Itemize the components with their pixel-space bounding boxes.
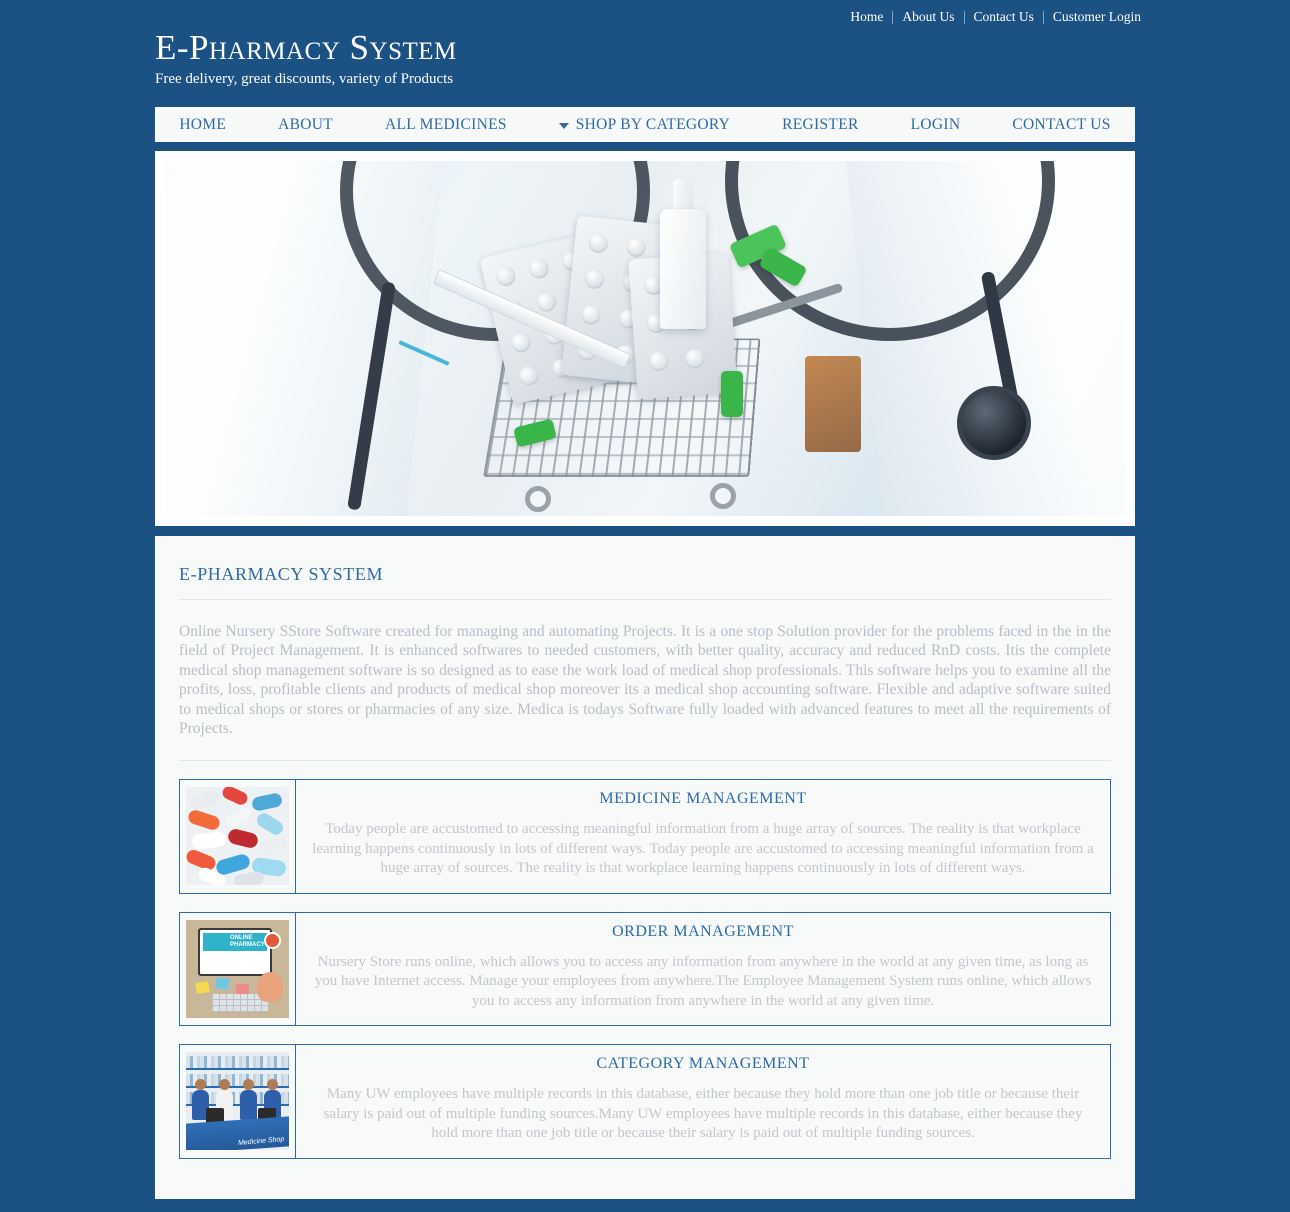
feature-body: MEDICINE MANAGEMENT Today people are acc… [296, 780, 1110, 893]
nav-label: LOGIN [910, 115, 961, 133]
hand-illustration [257, 971, 283, 1002]
desk-screen-line-1: ONLINE [230, 934, 253, 941]
site-tagline: Free delivery, great discounts, variety … [155, 71, 454, 87]
feature-body: ORDER MANAGEMENT Nursery Store runs onli… [296, 913, 1110, 1026]
feature-body: CATEGORY MANAGEMENT Many UW employees ha… [296, 1045, 1110, 1158]
main-content-panel: E-PHARMACY SYSTEM Online Nursery SStore … [155, 536, 1135, 1199]
online-pharmacy-desk-thumbnail-image: ONLINE PHARMACY [186, 919, 289, 1018]
feature-card-category-management[interactable]: Medicine Shop CATEGORY MANAGEMENT Many U… [179, 1044, 1111, 1159]
desk-screen-line-2: PHARMACY [230, 941, 265, 948]
topbar-link-customer-login[interactable]: Customer Login [1044, 10, 1150, 24]
nav-item-shop-by-category[interactable]: SHOP BY CATEGORY [533, 116, 756, 134]
coffee-mug-illustration [264, 931, 281, 949]
nasal-spray-bottle [660, 209, 706, 329]
shopping-cart-wheel [525, 486, 551, 512]
caret-down-icon [558, 122, 569, 129]
brand-block[interactable]: E-Pharmacy System Free delivery, great d… [0, 28, 1290, 89]
feature-description: Today people are accustomed to accessing… [312, 821, 1094, 877]
feature-thumbnail-cell: Medicine Shop [180, 1045, 296, 1158]
hero-frame [155, 151, 1135, 526]
feature-thumbnail-cell: ONLINE PHARMACY [180, 912, 296, 1026]
feature-card-order-management[interactable]: ONLINE PHARMACY ORDER MANAGEMENT Nursery… [179, 911, 1111, 1027]
nav-item-home[interactable]: HOME [153, 116, 252, 134]
feature-thumbnail-cell [180, 780, 296, 893]
topbar-link-contact-us[interactable]: Contact Us [965, 10, 1043, 24]
feature-title: ORDER MANAGEMENT [612, 922, 794, 940]
topbar-link-home[interactable]: Home [841, 10, 892, 24]
feature-title: MEDICINE MANAGEMENT [599, 790, 807, 808]
nav-label: ABOUT [278, 115, 334, 133]
hero-banner-image [165, 161, 1125, 516]
nav-label: ALL MEDICINES [385, 115, 507, 133]
nav-item-login[interactable]: LOGIN [885, 116, 987, 134]
main-navigation: HOME ABOUT ALL MEDICINES SHOP BY CATEGOR… [155, 107, 1135, 145]
nav-label: HOME [179, 115, 227, 133]
stethoscope-chestpiece [957, 386, 1031, 460]
topbar-link-about-us[interactable]: About Us [893, 10, 963, 24]
nav-item-contact-us[interactable]: CONTACT US [986, 116, 1136, 134]
nav-item-register[interactable]: REGISTER [756, 116, 884, 134]
pills-thumbnail-image [186, 787, 289, 886]
feature-description: Many UW employees have multiple records … [323, 1086, 1083, 1142]
nav-label: CONTACT US [1012, 115, 1111, 133]
top-utility-bar: Home About Us Contact Us Customer Login [0, 0, 1290, 26]
site-title: E-Pharmacy System [155, 28, 457, 67]
nav-label: REGISTER [782, 115, 859, 133]
amber-medicine-bottle [805, 356, 861, 452]
feature-title: CATEGORY MANAGEMENT [596, 1055, 810, 1073]
nav-item-all-medicines[interactable]: ALL MEDICINES [359, 116, 533, 134]
intro-paragraph: Online Nursery SStore Software created f… [179, 622, 1111, 762]
feature-description: Nursery Store runs online, which allows … [314, 953, 1092, 1009]
medicine-shop-thumbnail-image: Medicine Shop [186, 1052, 289, 1151]
nav-label: SHOP BY CATEGORY [575, 115, 731, 133]
page-title: E-PHARMACY SYSTEM [179, 564, 1111, 600]
shopping-cart-wheel [710, 483, 736, 509]
monitor-illustration: ONLINE PHARMACY [198, 927, 272, 976]
green-bottle-cap [721, 371, 743, 417]
feature-card-medicine-management[interactable]: MEDICINE MANAGEMENT Today people are acc… [179, 779, 1111, 894]
nav-item-about[interactable]: ABOUT [252, 116, 359, 134]
